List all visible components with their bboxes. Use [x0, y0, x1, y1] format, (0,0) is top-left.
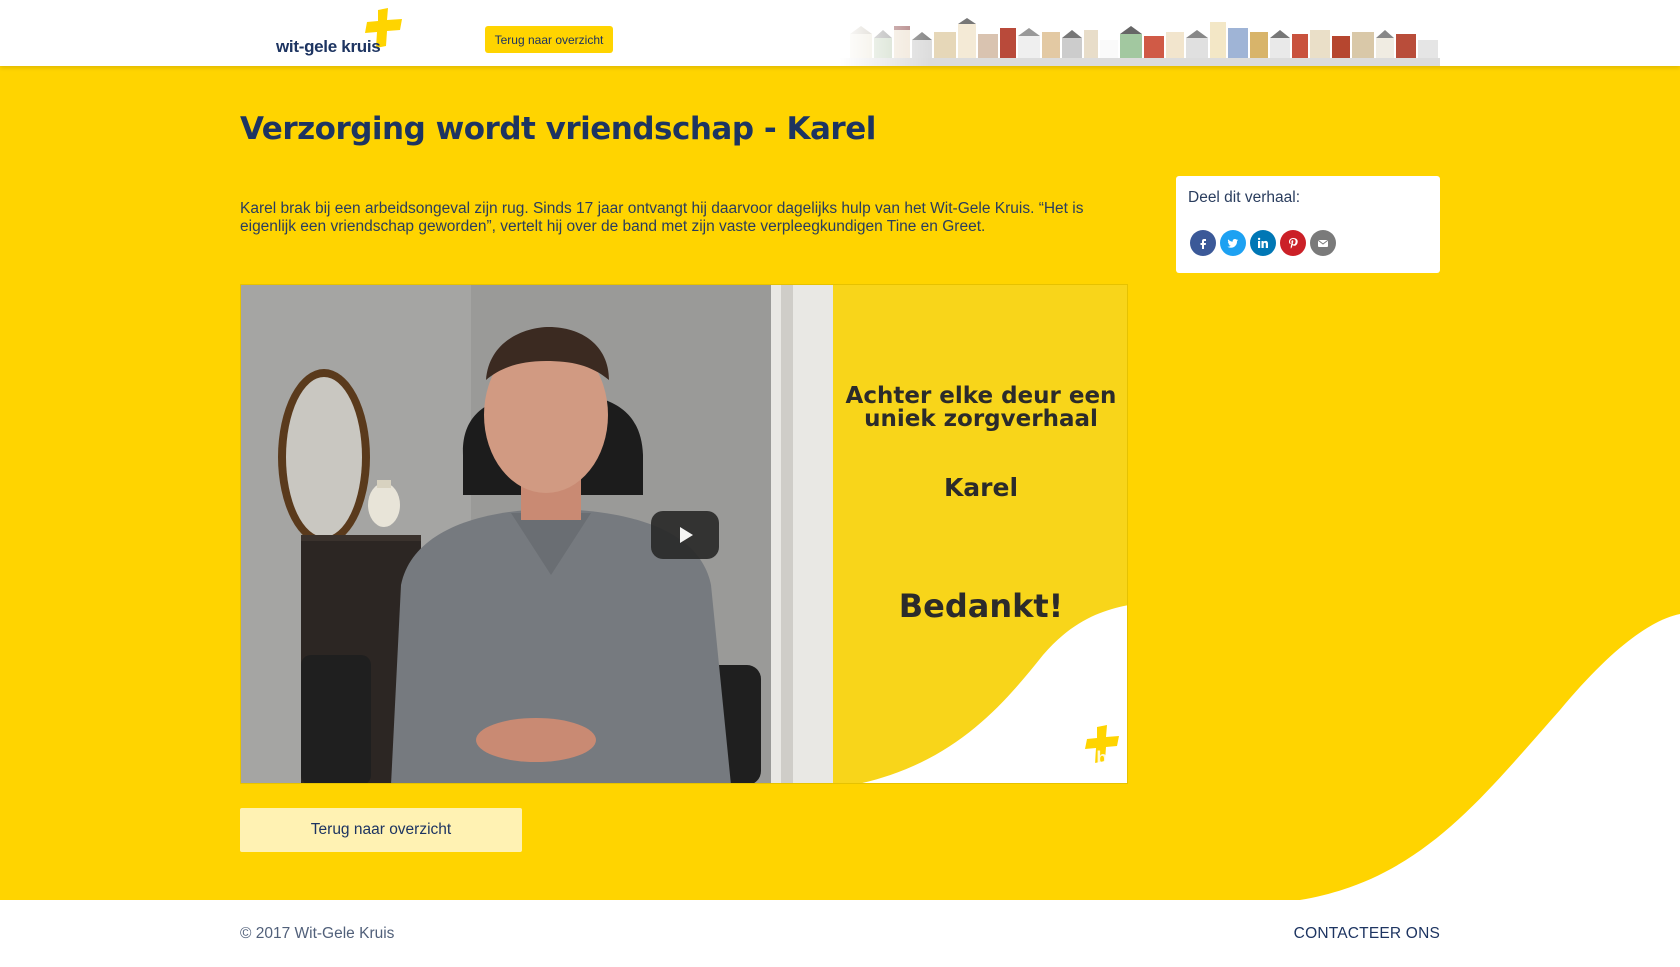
video-frame-illustration — [241, 285, 833, 783]
page-title: Verzorging wordt vriendschap - Karel — [240, 111, 876, 147]
youtube-wordmark: YouTube — [1043, 748, 1115, 768]
site-header: wit-gele kruis Terug naar overzicht — [0, 0, 1680, 66]
twitter-icon[interactable] — [1220, 230, 1246, 256]
back-to-overview-button[interactable]: Terug naar overzicht — [240, 808, 522, 852]
houses-illustration — [840, 18, 1440, 66]
pinterest-icon[interactable] — [1280, 230, 1306, 256]
intro-text: Karel brak bij een arbeidsongeval zijn r… — [240, 200, 1084, 235]
video-end-card: Achter elke deur een uniek zorgverhaal K… — [833, 285, 1127, 783]
share-label: Deel dit verhaal: — [1188, 189, 1301, 206]
facebook-icon[interactable] — [1190, 230, 1216, 256]
end-card-wave — [861, 605, 1127, 783]
email-icon[interactable] — [1310, 230, 1336, 256]
linkedin-icon[interactable] — [1250, 230, 1276, 256]
copyright-text: © 2017 Wit-Gele Kruis — [240, 925, 395, 942]
share-box: Deel dit verhaal: — [1176, 176, 1440, 273]
site-logo[interactable]: wit-gele kruis — [276, 8, 406, 58]
contact-link[interactable]: CONTACTEER ONS — [1294, 925, 1440, 943]
video-player[interactable]: Achter elke deur een uniek zorgverhaal K… — [240, 284, 1128, 784]
logo-wordmark: wit-gele kruis — [276, 37, 381, 56]
share-icons — [1190, 230, 1336, 256]
video-thumbnail — [241, 285, 833, 783]
back-to-overview-button-header[interactable]: Terug naar overzicht — [485, 26, 613, 53]
play-icon — [680, 527, 693, 543]
youtube-logo-icon[interactable]: YouTube — [1003, 742, 1115, 772]
play-button[interactable] — [651, 511, 719, 559]
site-footer: © 2017 Wit-Gele Kruis CONTACTEER ONS — [0, 900, 1680, 967]
